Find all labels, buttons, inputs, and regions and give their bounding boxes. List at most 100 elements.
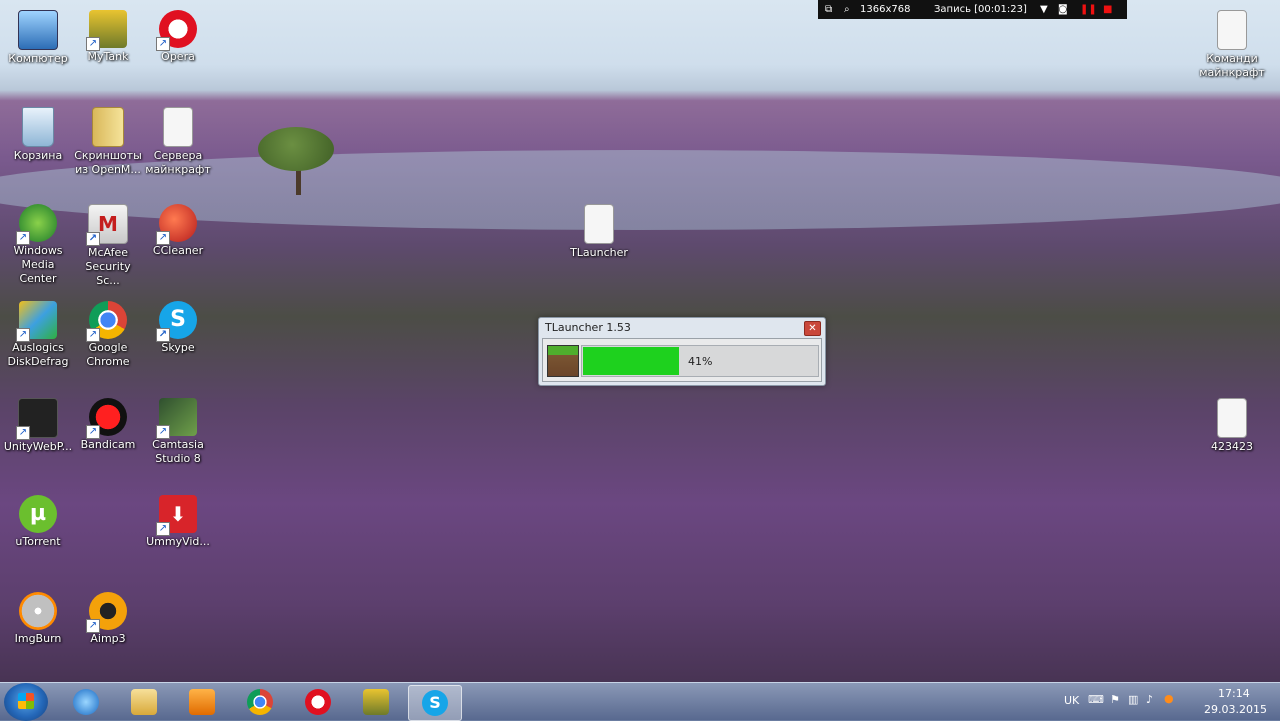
clock-time[interactable]: 17:14 <box>1218 687 1250 700</box>
ummy-video-icon: ⬇ ↗ <box>156 495 197 536</box>
desktop-icon-minecraft-servers[interactable]: Сервера майнкрафт <box>143 107 213 177</box>
desktop-icon-label: 423423 <box>1211 440 1253 453</box>
desktop-icon-label: UnityWebP... <box>3 440 73 453</box>
chrome-icon <box>247 689 273 715</box>
tank-game-icon: ↗ <box>86 10 127 51</box>
desktop-icon-skype[interactable]: S ↗ Skype <box>143 301 213 355</box>
desktop-icon-ummy-video[interactable]: ⬇ ↗ UmmyVid... <box>143 495 213 549</box>
pause-icon[interactable]: ❚❚ <box>1080 0 1097 19</box>
aimp-icon: ↗ <box>86 592 127 633</box>
taskbar-opera[interactable] <box>292 685 344 719</box>
mcafee-icon: M ↗ <box>86 204 128 246</box>
desktop-icon-label: Camtasia Studio 8 <box>152 438 204 465</box>
bandicam-icon: ↗ <box>86 398 127 439</box>
window-mode-icon[interactable]: ⧉ <box>825 0 832 19</box>
desktop-icon-auslogics[interactable]: ↗ Auslogics DiskDefrag <box>3 301 73 369</box>
taskbar-media-player[interactable] <box>176 685 228 719</box>
imgburn-icon <box>19 592 57 630</box>
shortcut-arrow-icon: ↗ <box>86 232 100 246</box>
taskbar-chrome[interactable] <box>234 685 286 719</box>
stop-icon[interactable]: ■ <box>1103 0 1112 19</box>
search-icon[interactable]: ⌕ <box>844 0 850 19</box>
utorrent-icon: µ <box>19 495 57 533</box>
shortcut-arrow-icon: ↗ <box>156 231 170 245</box>
progress-bar-fill <box>583 347 679 375</box>
tank-game-icon <box>363 689 389 715</box>
taskbar-explorer[interactable] <box>118 685 170 719</box>
desktop-icon-windows-media-center[interactable]: ↗ Windows Media Center <box>3 204 73 286</box>
internet-explorer-icon <box>73 689 99 715</box>
windows-media-center-icon: ↗ <box>16 204 57 245</box>
auslogics-icon: ↗ <box>16 301 57 342</box>
shortcut-arrow-icon: ↗ <box>156 425 170 439</box>
text-file-icon <box>163 107 193 147</box>
shortcut-arrow-icon: ↗ <box>156 328 170 342</box>
tlauncher-window[interactable]: TLauncher 1.53 ✕ 41% <box>538 317 826 386</box>
flag-icon[interactable]: ⚑ <box>1110 693 1120 706</box>
text-file-icon <box>1217 398 1247 438</box>
skype-icon: S <box>422 690 448 716</box>
recycle-bin-icon <box>22 107 54 147</box>
desktop-icon-utorrent[interactable]: µ uTorrent <box>3 495 73 549</box>
desktop-icon-label: Компютер <box>8 52 68 65</box>
desktop-icon-google-chrome[interactable]: ↗ Google Chrome <box>73 301 143 369</box>
desktop-icon-bandicam[interactable]: ↗ Bandicam <box>73 398 143 452</box>
shortcut-arrow-icon: ↗ <box>156 522 170 536</box>
desktop-icon-label: Auslogics DiskDefrag <box>7 341 69 368</box>
recording-toolbar: ⧉ ⌕ 1366x768 Запись [00:01:23] ▼ ◙ ❚❚ ■ <box>818 0 1127 19</box>
desktop-icon-label: Bandicam <box>80 438 136 451</box>
desktop-icon-screenshots-folder[interactable]: Скриншоты из OpenM... <box>73 107 143 177</box>
network-icon[interactable]: ▥ <box>1128 693 1138 706</box>
desktop-icon-label: McAfee Security Sc... <box>85 246 131 287</box>
desktop-icon-camtasia[interactable]: ↗ Camtasia Studio 8 <box>143 398 213 466</box>
desktop-icon-label: Корзина <box>13 149 63 162</box>
desktop-icon-recycle-bin[interactable]: Корзина <box>3 107 73 163</box>
screenshot-camera-icon[interactable]: ◙ <box>1058 0 1068 19</box>
camtasia-icon: ↗ <box>156 398 197 439</box>
desktop-icon-423423[interactable]: 423423 <box>1197 398 1267 454</box>
taskbar-internet-explorer[interactable] <box>60 685 112 719</box>
explorer-folder-icon <box>131 689 157 715</box>
desktop-icon-tlauncher[interactable]: TLauncher <box>564 204 634 260</box>
resolution-label: 1366x768 <box>860 4 911 15</box>
desktop-icon-aimp3[interactable]: ↗ Aimp3 <box>73 592 143 646</box>
desktop-icon-minecraft-commands[interactable]: Команди майнкрафт <box>1197 10 1267 80</box>
shortcut-arrow-icon: ↗ <box>156 37 170 51</box>
desktop-icon-label: Команди майнкрафт <box>1199 52 1265 79</box>
desktop-icon-imgburn[interactable]: ImgBurn <box>3 592 73 646</box>
desktop-icon-ccleaner[interactable]: ↗ CCleaner <box>143 204 213 258</box>
ccleaner-icon: ↗ <box>156 204 197 245</box>
keyboard-icon[interactable]: ⌨ <box>1088 693 1104 706</box>
start-button[interactable] <box>4 683 48 721</box>
clock-date[interactable]: 29.03.2015 <box>1204 703 1267 716</box>
desktop-icon-label: uTorrent <box>15 535 61 548</box>
recording-status-label: Запись [00:01:23] <box>934 4 1027 15</box>
skype-icon: S ↗ <box>156 301 197 342</box>
wallpaper-lavender-field <box>0 95 1280 695</box>
orange-tray-icon[interactable]: ● <box>1164 692 1174 705</box>
volume-icon[interactable]: ♪ <box>1146 693 1153 706</box>
shortcut-arrow-icon: ↗ <box>16 231 30 245</box>
desktop-icon-mytank[interactable]: ↗ MyTank <box>73 10 143 64</box>
desktop-icon-opera[interactable]: ↗ Opera <box>143 10 213 64</box>
taskbar-skype[interactable]: S <box>408 685 462 721</box>
shortcut-arrow-icon: ↗ <box>16 426 30 440</box>
windows-logo-icon <box>18 693 34 709</box>
shortcut-arrow-icon: ↗ <box>16 328 30 342</box>
shortcut-arrow-icon: ↗ <box>86 619 100 633</box>
desktop-icon-unity-web-player[interactable]: ↗ UnityWebP... <box>3 398 73 454</box>
media-player-icon <box>189 689 215 715</box>
dropdown-arrow-icon[interactable]: ▼ <box>1040 0 1048 19</box>
language-indicator[interactable]: UK <box>1064 694 1079 707</box>
desktop-icon-label: MyTank <box>87 50 129 63</box>
progress-bar: 41% <box>581 345 819 377</box>
java-file-icon <box>584 204 614 244</box>
shortcut-arrow-icon: ↗ <box>86 425 100 439</box>
desktop-icon-mcafee[interactable]: M ↗ McAfee Security Sc... <box>73 204 143 288</box>
close-button[interactable]: ✕ <box>804 321 821 336</box>
desktop-icon-computer[interactable]: Компютер <box>3 10 73 66</box>
taskbar-mytank[interactable] <box>350 685 402 719</box>
chrome-icon: ↗ <box>86 301 127 342</box>
desktop-icon-label: Google Chrome <box>86 341 130 368</box>
shortcut-arrow-icon: ↗ <box>86 328 100 342</box>
